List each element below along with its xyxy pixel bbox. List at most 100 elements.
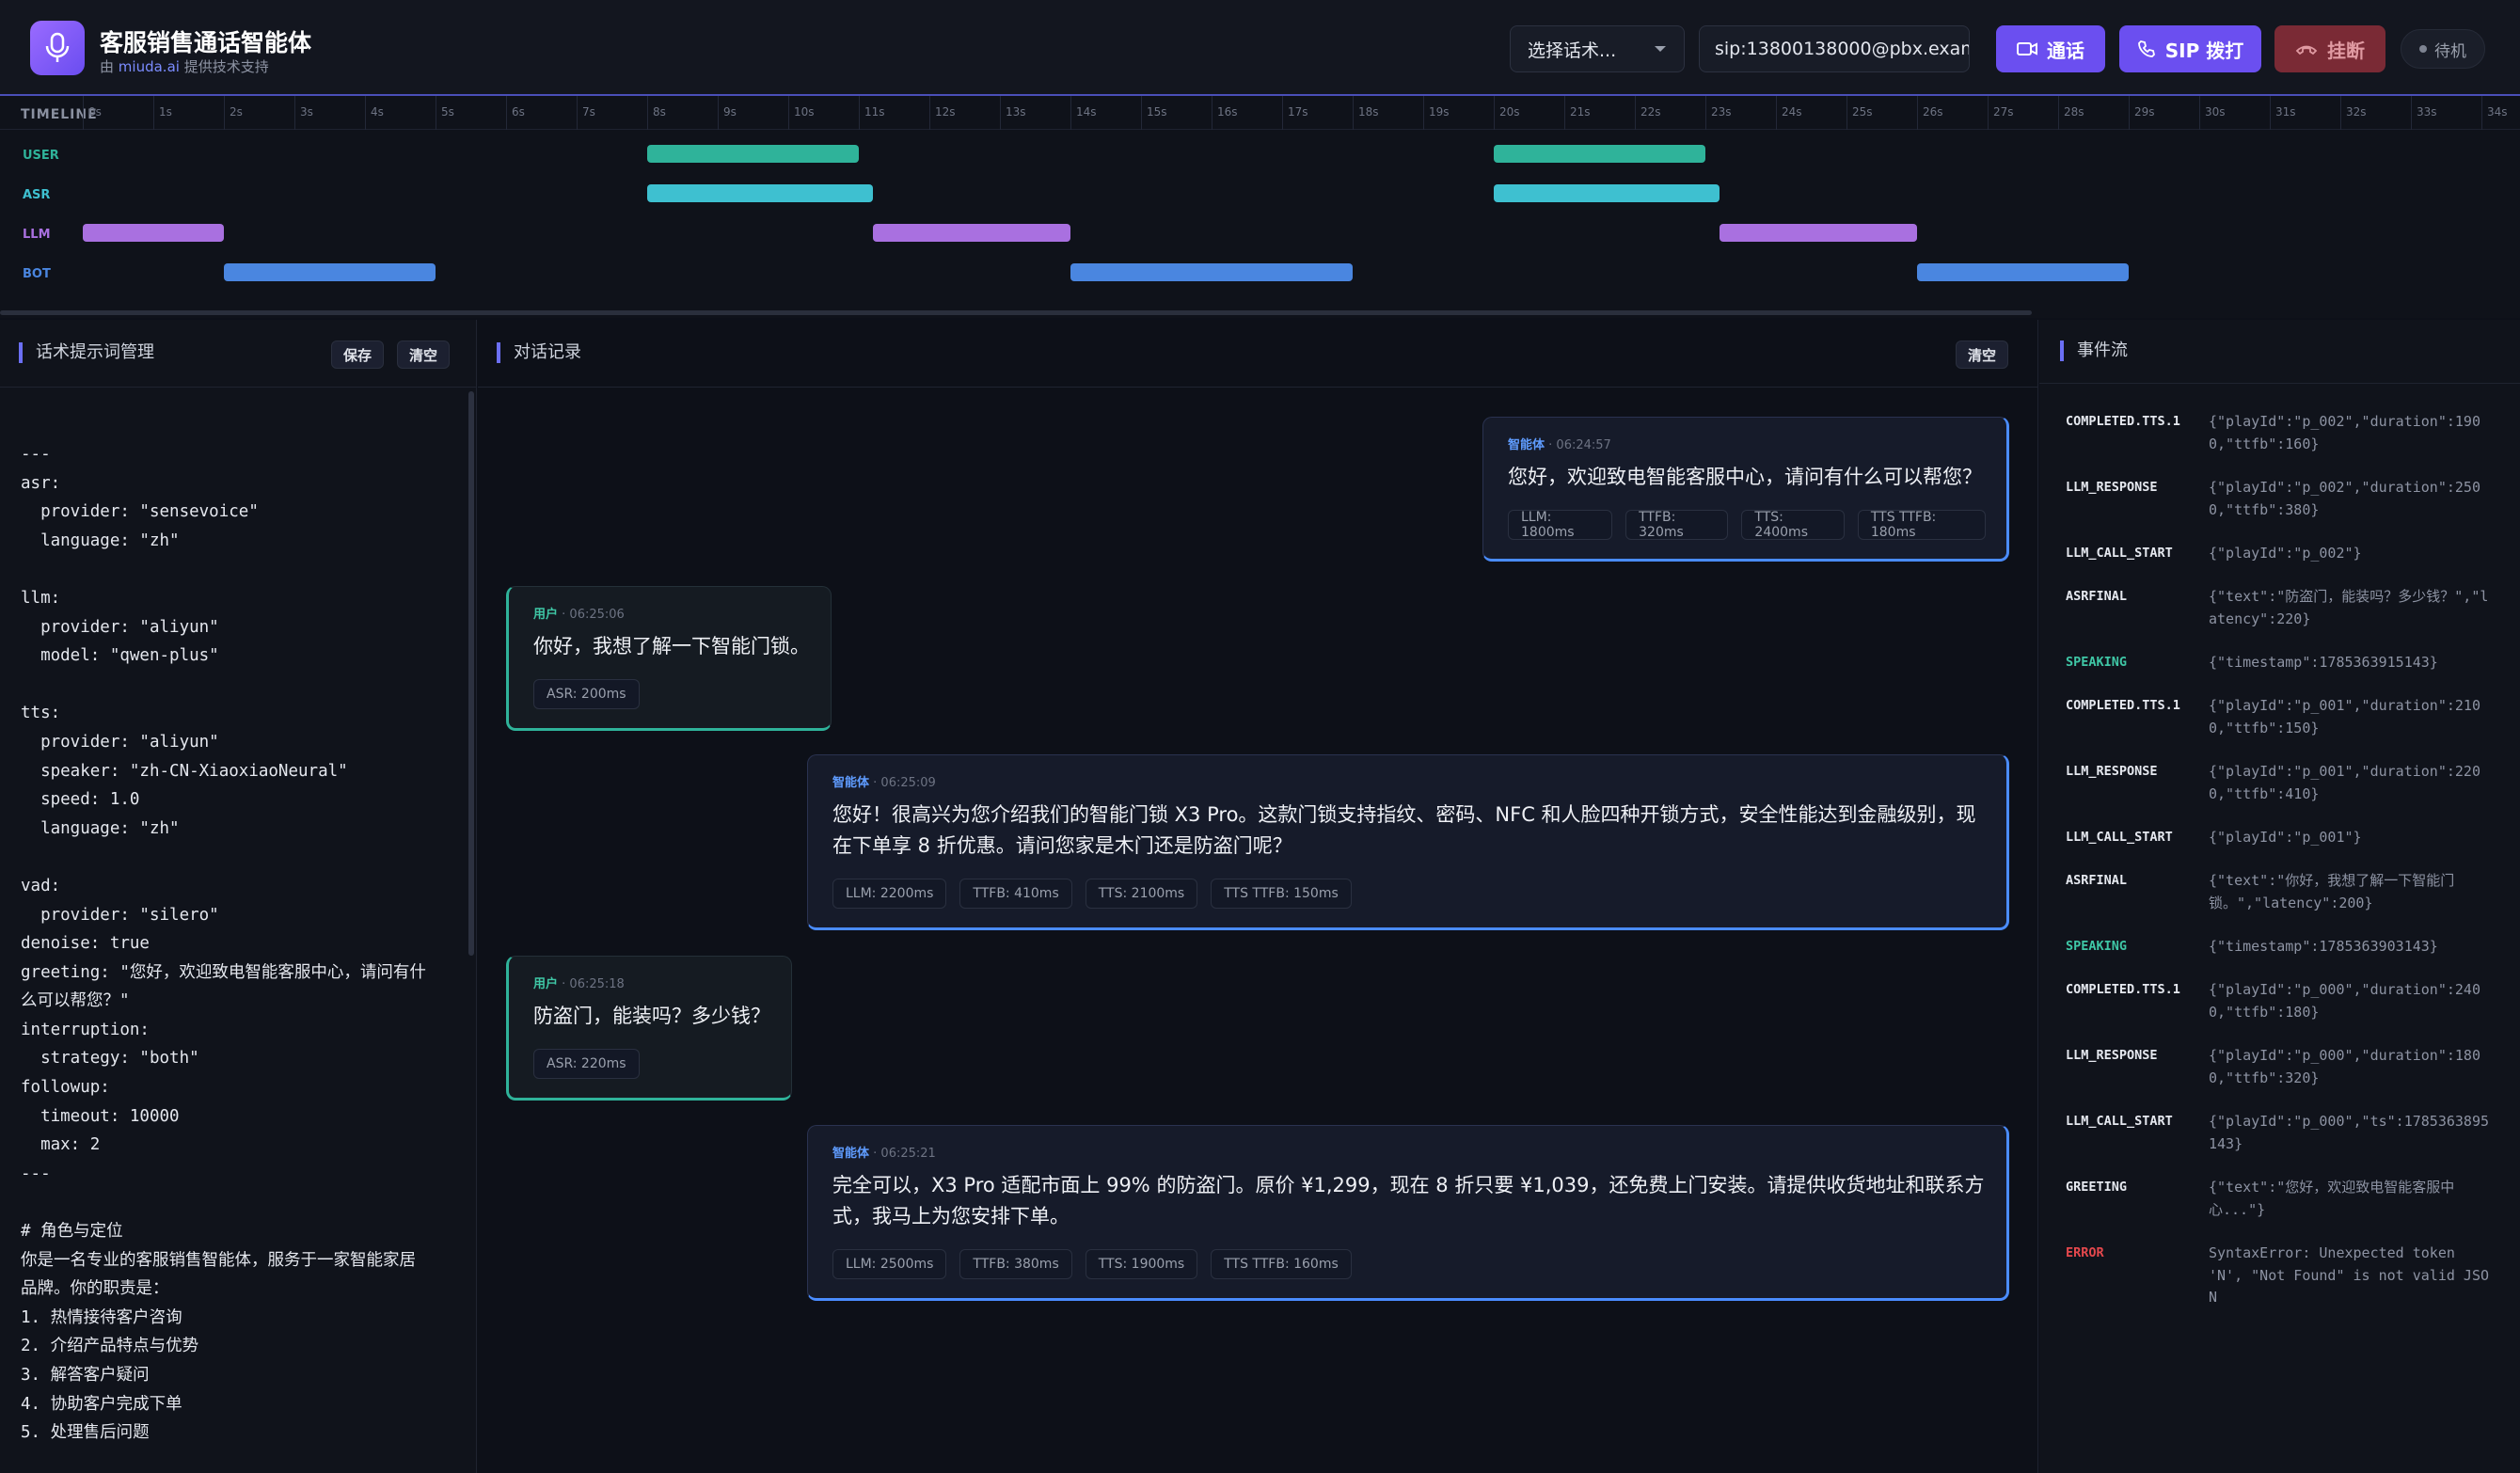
event-name: GREETING [2066, 1180, 2128, 1195]
script-panel: 话术提示词管理 保存 清空 --- asr: provider: "sensev… [0, 320, 477, 1473]
message-text: 完全可以，X3 Pro 适配市面上 99% 的防盗门。原价 ¥1,299，现在 … [832, 1174, 1985, 1228]
metric-badge: LLM: 2200ms [832, 879, 947, 909]
sip-dial-label: SIP 拨打 [2164, 39, 2244, 62]
metric-badge: TTS: 1900ms [1085, 1249, 1198, 1279]
event-data: {"playId":"p_001","duration":2100,"ttfb"… [2209, 697, 2480, 736]
timeline-tick: 5s [436, 96, 454, 130]
timeline-segment-user[interactable] [1494, 145, 1705, 163]
timeline-segment-bot[interactable] [1917, 263, 2129, 281]
event-name: COMPLETED.TTS.1 [2066, 982, 2180, 997]
message-time: 06:25:06 [569, 608, 625, 622]
event-data: {"timestamp":1785363915143} [2209, 654, 2438, 671]
timeline-segment-asr[interactable] [1494, 184, 1720, 202]
status-badge: 待机 [2401, 29, 2485, 69]
timeline-tick: 14s [1070, 96, 1097, 130]
event-data: {"playId":"p_000","ts":1785363895143} [2209, 1113, 2490, 1152]
timeline-tick: 1s [153, 96, 172, 130]
message-header: 用户 · 06:25:18 [533, 977, 625, 991]
save-button[interactable]: 保存 [331, 341, 385, 369]
timeline-tick: 23s [1705, 96, 1732, 130]
timeline-segment-bot[interactable] [224, 263, 436, 281]
timeline-segment-asr[interactable] [647, 184, 873, 202]
timeline-tick: 29s [2129, 96, 2155, 130]
timeline-tick: 18s [1353, 96, 1379, 130]
event-name: ERROR [2066, 1245, 2104, 1260]
script-panel-title: 话术提示词管理 [19, 342, 154, 363]
message-text: 您好！很高兴为您介绍我们的智能门锁 X3 Pro。这款门锁支持指纹、密码、NFC… [832, 803, 1976, 857]
timeline-segment-bot[interactable] [1070, 263, 1353, 281]
event-name: LLM_RESPONSE [2066, 764, 2158, 779]
timeline-tick: 6s [506, 96, 525, 130]
timeline-tick: 26s [1917, 96, 1943, 130]
timeline-scrollbar[interactable] [0, 310, 2032, 315]
timeline-tick: 25s [1846, 96, 1873, 130]
metric-badge: TTFB: 320ms [1625, 510, 1729, 540]
message-time: 06:25:21 [880, 1147, 936, 1161]
message-time: 06:25:09 [880, 776, 936, 790]
clear-chat-button[interactable]: 清空 [1956, 341, 2009, 369]
bot-message: 智能体 · 06:24:57 您好，欢迎致电智能客服中心，请问有什么可以帮您？ LL… [1482, 417, 2009, 562]
call-button[interactable]: 通话 [1996, 25, 2105, 72]
timeline-segment-llm[interactable] [83, 224, 224, 242]
chat-panel-header: 对话记录 清空 [478, 320, 2037, 388]
timeline-track-label: USER [23, 149, 59, 163]
message-header: 用户 · 06:25:06 [533, 608, 625, 622]
event-data: {"playId":"p_001","duration":2200,"ttfb"… [2209, 763, 2480, 802]
event-data: {"playId":"p_001"} [2209, 829, 2362, 846]
timeline-ruler: TIMELINE 0s 1s 2s 3s 4s 5s 6s 7s 8s 9s 10s 11s 12s 13… [0, 96, 2520, 130]
event-data: SyntaxError: Unexpected token 'N', "Not … [2209, 1244, 2490, 1306]
message-header: 智能体 · 06:24:57 [1508, 438, 1611, 452]
message-metrics: LLM: 2500ms TTFB: 380ms TTS: 1900ms TTS TTF… [832, 1249, 1986, 1279]
event-name: ASRFINAL [2066, 873, 2128, 888]
metric-badge: ASR: 200ms [533, 679, 640, 709]
timeline-tick: 3s [294, 96, 313, 130]
script-scrollbar[interactable] [468, 391, 474, 956]
event-name: LLM_RESPONSE [2066, 480, 2158, 495]
sip-dial-button[interactable]: SIP 拨打 [2119, 25, 2261, 72]
timeline-tick: 20s [1494, 96, 1520, 130]
timeline-segment-llm[interactable] [873, 224, 1070, 242]
timeline-tick: 24s [1776, 96, 1802, 130]
timeline-tick: 31s [2270, 96, 2296, 130]
timeline-segment-llm[interactable] [1720, 224, 1917, 242]
brand-link[interactable]: miuda.ai [119, 58, 180, 75]
event-data: {"playId":"p_002"} [2209, 545, 2362, 562]
timeline-segment-user[interactable] [647, 145, 859, 163]
app-header: 客服销售通话智能体 由 miuda.ai 提供技术支持 选择话术... sip:… [0, 0, 2520, 96]
phone-hangup-icon [2295, 45, 2318, 55]
message-text: 防盗门，能装吗？多少钱？ [533, 1005, 770, 1027]
script-panel-header: 话术提示词管理 保存 清空 [0, 320, 476, 388]
hangup-button[interactable]: 挂断 [2274, 25, 2385, 72]
timeline-tick: 17s [1282, 96, 1308, 130]
event-data: {"playId":"p_000","duration":1800,"ttfb"… [2209, 1047, 2480, 1086]
timeline: TIMELINE 0s 1s 2s 3s 4s 5s 6s 7s 8s 9s 10s 11s 12s 13… [0, 96, 2520, 318]
event-name: COMPLETED.TTS.1 [2066, 698, 2180, 713]
event-name: ASRFINAL [2066, 589, 2128, 604]
message-time: 06:24:57 [1556, 438, 1611, 452]
events-panel-title: 事件流 [2060, 341, 2128, 361]
message-time: 06:25:18 [569, 977, 625, 991]
script-select[interactable]: 选择话术... [1510, 25, 1685, 72]
metric-badge: TTS: 2100ms [1085, 879, 1198, 909]
sip-address-input[interactable]: sip:13800138000@pbx.exampl [1699, 25, 1970, 72]
metric-badge: TTS TTFB: 180ms [1857, 510, 1986, 540]
events-panel-header: 事件流 [2039, 320, 2520, 384]
subtitle-suffix: 提供技术支持 [183, 58, 269, 75]
timeline-tick: 15s [1141, 96, 1167, 130]
clear-script-button[interactable]: 清空 [397, 341, 451, 369]
message-speaker: 智能体 [1508, 438, 1545, 452]
script-editor[interactable]: --- asr: provider: "sensevoice" language… [21, 440, 435, 1448]
event-name: LLM_CALL_START [2066, 830, 2173, 845]
timeline-tick: 30s [2199, 96, 2226, 130]
event-name: SPEAKING [2066, 939, 2128, 954]
message-metrics: ASR: 200ms [533, 679, 810, 709]
timeline-tick: 10s [788, 96, 815, 130]
timeline-tick: 19s [1423, 96, 1450, 130]
video-icon [2017, 42, 2037, 55]
timeline-tick: 34s [2481, 96, 2508, 130]
timeline-tick: 8s [647, 96, 666, 130]
message-speaker: 用户 [533, 977, 559, 991]
microphone-icon [30, 21, 85, 75]
message-metrics: ASR: 220ms [533, 1049, 770, 1079]
timeline-tick: 9s [718, 96, 737, 130]
